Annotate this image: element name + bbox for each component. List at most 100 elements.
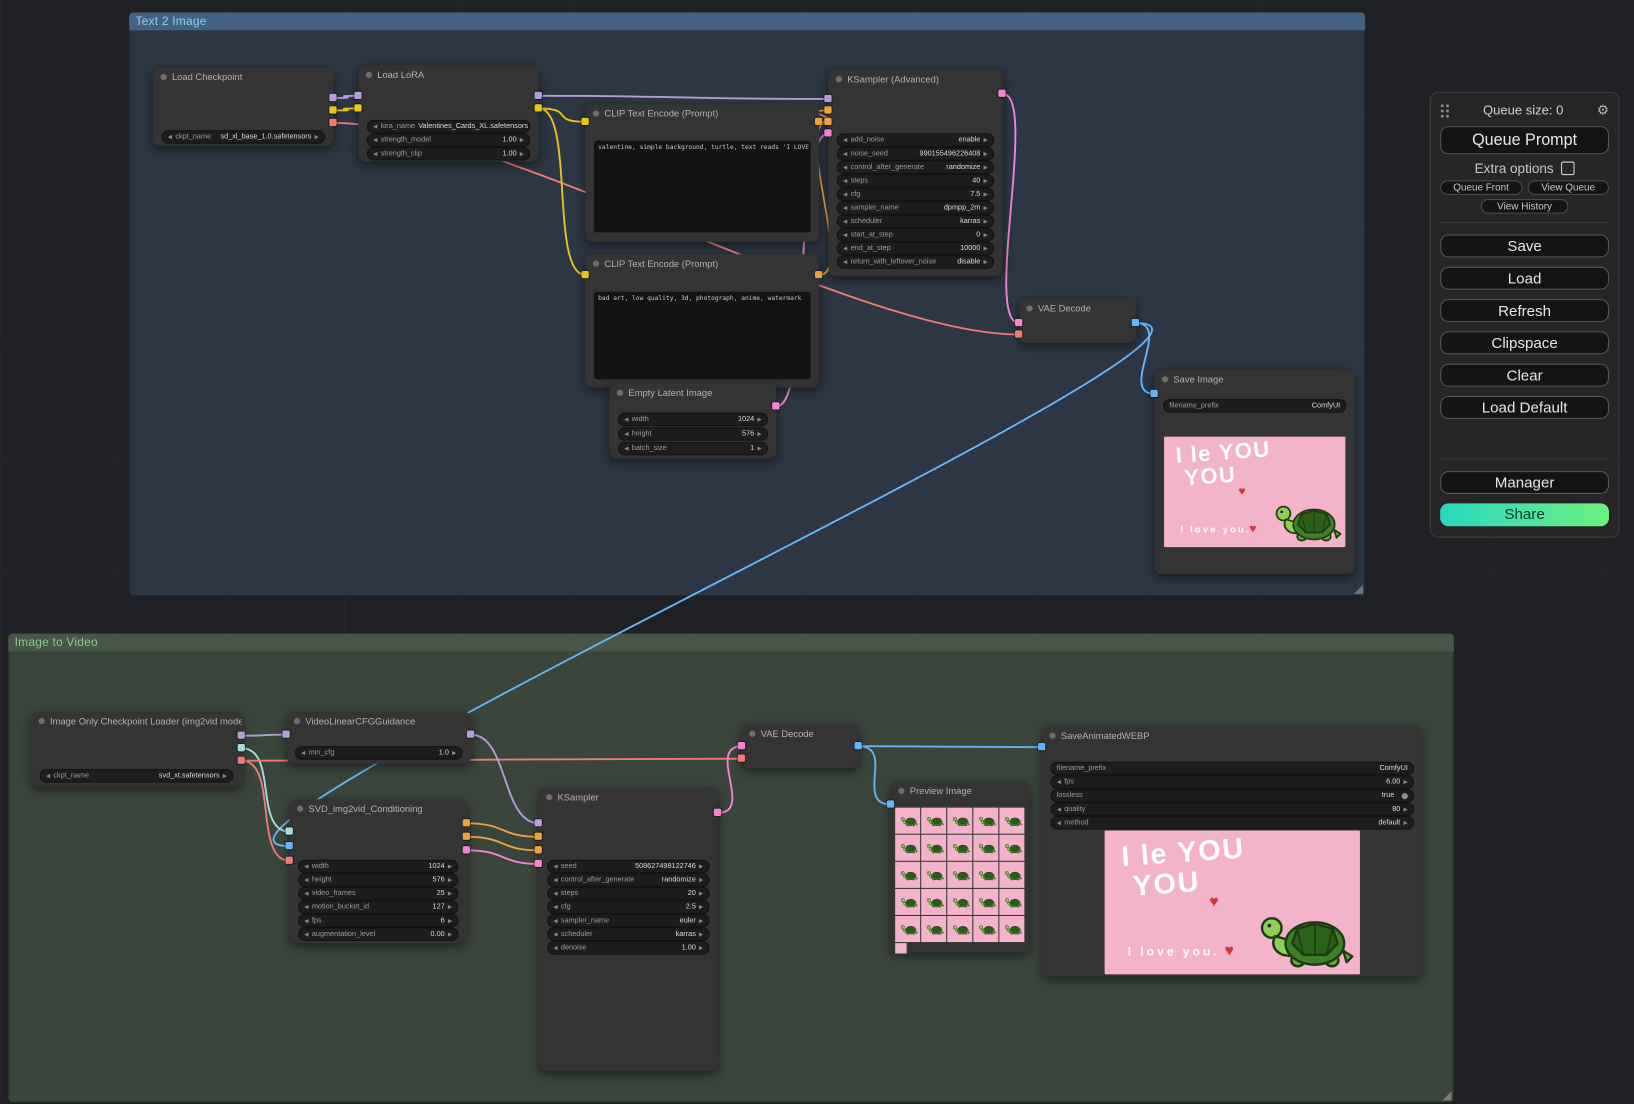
view-queue-button[interactable]: View Queue	[1527, 180, 1609, 195]
port-output-VAE[interactable]	[329, 119, 336, 126]
port-output-LATENT[interactable]	[772, 402, 779, 409]
widget-text[interactable]: valentine, simple background, turtle, te…	[594, 141, 811, 233]
arrow-left-icon[interactable]: ◀	[553, 904, 557, 910]
node-load-checkpoint[interactable]: Load Checkpoint◀ckpt_namesd_xl_base_1.0.…	[153, 68, 333, 146]
port-input-init_image[interactable]	[286, 842, 293, 849]
arrow-right-icon[interactable]: ▶	[520, 151, 524, 157]
arrow-left-icon[interactable]: ◀	[304, 877, 308, 883]
arrow-left-icon[interactable]: ◀	[624, 416, 628, 422]
arrow-left-icon[interactable]: ◀	[843, 232, 847, 238]
node-empty-latent-image[interactable]: Empty Latent Image◀width1024▶◀height576▶…	[610, 383, 777, 458]
arrow-left-icon[interactable]: ◀	[843, 164, 847, 170]
widget-width[interactable]: ◀width1024▶	[618, 413, 768, 427]
widget-steps[interactable]: ◀steps40▶	[837, 174, 994, 188]
arrow-right-icon[interactable]: ▶	[520, 137, 524, 143]
arrow-right-icon[interactable]: ▶	[1403, 806, 1407, 812]
arrow-left-icon[interactable]: ◀	[304, 904, 308, 910]
widget-fps[interactable]: ◀fps6.00▶	[1050, 775, 1414, 789]
collapse-dot-icon[interactable]	[1049, 732, 1055, 738]
arrow-left-icon[interactable]: ◀	[301, 750, 305, 756]
node-title[interactable]: KSampler	[539, 788, 718, 806]
collapse-dot-icon[interactable]	[617, 389, 623, 395]
arrow-right-icon[interactable]: ▶	[757, 431, 761, 437]
arrow-left-icon[interactable]: ◀	[624, 431, 628, 437]
port-output-latent[interactable]	[463, 846, 470, 853]
arrow-right-icon[interactable]: ▶	[699, 904, 703, 910]
node-image-only-checkpoint-loader[interactable]: Image Only Checkpoint Loader (img2vid mo…	[31, 712, 242, 787]
node-preview-image[interactable]: Preview Image	[891, 782, 1030, 953]
widget-height[interactable]: ◀height576▶	[298, 873, 458, 887]
arrow-left-icon[interactable]: ◀	[553, 877, 557, 883]
port-input-positive[interactable]	[824, 106, 831, 113]
widget-steps[interactable]: ◀steps20▶	[547, 887, 710, 901]
port-input-latent_image[interactable]	[824, 129, 831, 136]
widget-end_at_step[interactable]: ◀end_at_step10000▶	[837, 242, 994, 256]
view-history-button[interactable]: View History	[1481, 199, 1569, 214]
widget-sampler_name[interactable]: ◀sampler_namedpmpp_2m▶	[837, 201, 994, 215]
arrow-left-icon[interactable]: ◀	[553, 863, 557, 869]
widget-control_after_generate[interactable]: ◀control_after_generaterandomize▶	[837, 160, 994, 174]
port-input-samples[interactable]	[1015, 319, 1022, 326]
widget-seed[interactable]: ◀seed508627498122746▶	[547, 860, 710, 874]
arrow-right-icon[interactable]: ▶	[1403, 779, 1407, 785]
port-input-clip[interactable]	[354, 104, 361, 111]
widget-fps[interactable]: ◀fps6▶	[298, 914, 458, 928]
widget-batch_size[interactable]: ◀batch_size1▶	[618, 442, 768, 456]
arrow-left-icon[interactable]: ◀	[304, 918, 308, 924]
arrow-right-icon[interactable]: ▶	[699, 890, 703, 896]
port-input-images[interactable]	[1150, 390, 1157, 397]
arrow-left-icon[interactable]: ◀	[304, 863, 308, 869]
port-input-negative[interactable]	[824, 118, 831, 125]
collapse-dot-icon[interactable]	[297, 805, 303, 811]
arrow-left-icon[interactable]: ◀	[843, 178, 847, 184]
node-title[interactable]: VAE Decode	[1019, 299, 1136, 317]
node-title[interactable]: KSampler (Advanced)	[828, 70, 1002, 88]
arrow-left-icon[interactable]: ◀	[373, 137, 377, 143]
widget-height[interactable]: ◀height576▶	[618, 427, 768, 441]
port-input-clip_vision[interactable]	[286, 827, 293, 834]
arrow-left-icon[interactable]: ◀	[843, 245, 847, 251]
settings-gear-icon[interactable]: ⚙	[1597, 102, 1609, 119]
collapse-dot-icon[interactable]	[294, 717, 300, 723]
node-title[interactable]: SaveAnimatedWEBP	[1042, 726, 1422, 744]
widget-ckpt_name[interactable]: ◀ckpt_namesd_xl_base_1.0.safetensors▶	[162, 130, 326, 144]
widget-quality[interactable]: ◀quality80▶	[1050, 802, 1414, 816]
widget-strength_clip[interactable]: ◀strength_clip1.00▶	[367, 147, 531, 161]
arrow-left-icon[interactable]: ◀	[553, 931, 557, 937]
arrow-left-icon[interactable]: ◀	[1057, 779, 1061, 785]
collapse-dot-icon[interactable]	[593, 110, 599, 116]
collapse-dot-icon[interactable]	[1162, 376, 1168, 382]
node-title[interactable]: VideoLinearCFGGuidance	[287, 712, 471, 730]
arrow-right-icon[interactable]: ▶	[983, 164, 987, 170]
arrow-right-icon[interactable]: ▶	[757, 445, 761, 451]
port-input-model[interactable]	[354, 92, 361, 99]
widget-text[interactable]: bad art, low quality, 3d, photograph, an…	[594, 292, 811, 380]
widget-lora_name[interactable]: ◀lora_nameValentines_Cards_XL.safetensor…	[367, 120, 531, 134]
port-output-CONDITIONING[interactable]	[815, 271, 822, 278]
port-output-CLIP[interactable]	[535, 104, 542, 111]
arrow-right-icon[interactable]: ▶	[448, 890, 452, 896]
port-input-images[interactable]	[1038, 743, 1045, 750]
queue-front-button[interactable]: Queue Front	[1440, 180, 1522, 195]
node-canvas[interactable]: Text 2 ImageImage to Video Load Checkpoi…	[0, 0, 1634, 1104]
node-svd-img2vid-conditioning[interactable]: SVD_img2vid_Conditioning◀width1024▶◀heig…	[290, 799, 467, 943]
widget-filename_prefix[interactable]: filename_prefixComfyUI	[1050, 762, 1414, 776]
arrow-right-icon[interactable]: ▶	[448, 877, 452, 883]
widget-control_after_generate[interactable]: ◀control_after_generaterandomize▶	[547, 873, 710, 887]
arrow-left-icon[interactable]: ◀	[373, 151, 377, 157]
arrow-right-icon[interactable]: ▶	[448, 918, 452, 924]
node-clip-text-encode-positive[interactable]: CLIP Text Encode (Prompt) valentine, simp…	[586, 104, 819, 242]
port-output-LATENT[interactable]	[998, 90, 1005, 97]
arrow-right-icon[interactable]: ▶	[452, 750, 456, 756]
arrow-right-icon[interactable]: ▶	[699, 863, 703, 869]
arrow-left-icon[interactable]: ◀	[553, 890, 557, 896]
widget-scheduler[interactable]: ◀schedulerkarras▶	[547, 927, 710, 941]
port-output-IMAGE[interactable]	[1132, 319, 1139, 326]
node-title[interactable]: CLIP Text Encode (Prompt)	[586, 104, 819, 122]
port-output-CONDITIONING[interactable]	[815, 118, 822, 125]
widget-denoise[interactable]: ◀denoise1.00▶	[547, 941, 710, 955]
collapse-dot-icon[interactable]	[593, 260, 599, 266]
arrow-right-icon[interactable]: ▶	[983, 205, 987, 211]
port-output-CLIP[interactable]	[329, 106, 336, 113]
arrow-right-icon[interactable]: ▶	[448, 863, 452, 869]
